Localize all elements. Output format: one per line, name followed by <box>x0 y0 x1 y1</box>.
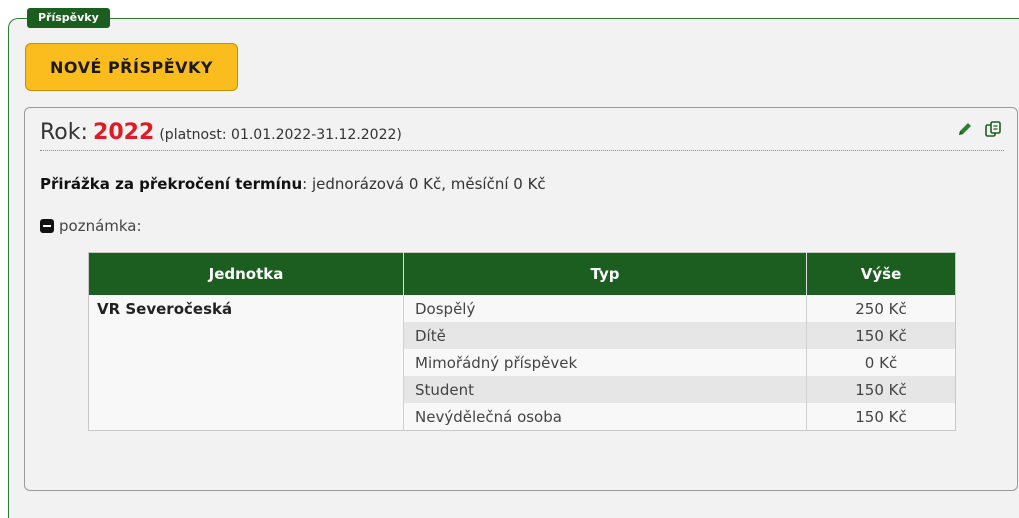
amount-cell: 250 Kč <box>855 299 907 318</box>
amount-cell: 150 Kč <box>806 322 956 349</box>
copy-icon[interactable] <box>984 120 1002 138</box>
year-label: Rok: <box>40 120 88 145</box>
new-contributions-button[interactable]: NOVÉ PŘÍSPĚVKY <box>25 43 238 91</box>
pencil-icon[interactable] <box>956 120 974 138</box>
section-legend: Příspěvky <box>27 8 110 28</box>
table-row: VR Severočeská Dospělý 250 Kč <box>88 295 956 431</box>
surcharge-label: Přirážka za překročení termínu <box>40 175 303 193</box>
type-cell: Dítě <box>403 322 807 349</box>
surcharge-value: : jednorázová 0 Kč, měsíční 0 Kč <box>302 175 546 193</box>
year-card: Rok: 2022 (platnost: 01.01.2022-31.12.20… <box>24 107 1018 491</box>
note-line: poznámka: <box>40 217 142 235</box>
table-header-row: Jednotka Typ Výše <box>88 252 956 295</box>
fees-table: Jednotka Typ Výše VR Severočeská Dospělý… <box>88 252 956 431</box>
amount-cell: 150 Kč <box>806 376 956 403</box>
surcharge-line: Přirážka za překročení termínu: jednoráz… <box>40 175 546 193</box>
header-actions <box>956 120 1002 138</box>
unit-cell: VR Severočeská <box>88 295 404 431</box>
type-cell: Mimořádný příspěvek <box>403 349 807 376</box>
type-cell: Nevýdělečná osoba <box>403 403 807 431</box>
note-label: poznámka: <box>59 217 142 235</box>
header-amount: Výše <box>806 252 956 295</box>
header-type: Typ <box>403 252 807 295</box>
validity-text: (platnost: 01.01.2022-31.12.2022) <box>159 127 402 143</box>
type-cell: Student <box>403 376 807 403</box>
type-cell: Dospělý <box>403 295 807 322</box>
header-unit: Jednotka <box>88 252 404 295</box>
collapse-minus-icon[interactable] <box>40 219 54 233</box>
year-value: 2022 <box>93 120 155 145</box>
amount-cell: 150 Kč <box>855 407 907 426</box>
year-card-header: Rok: 2022 (platnost: 01.01.2022-31.12.20… <box>40 120 1004 151</box>
amount-cell: 0 Kč <box>864 353 898 372</box>
